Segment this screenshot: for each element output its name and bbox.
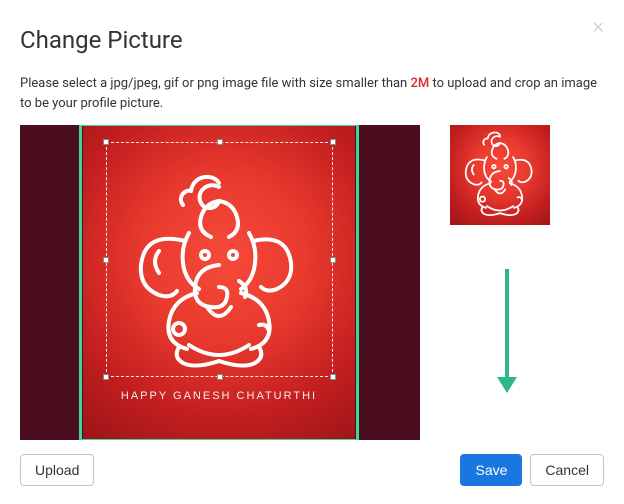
modal-title: Change Picture xyxy=(20,26,604,54)
crop-selection[interactable] xyxy=(106,142,333,377)
change-picture-modal: × Change Picture Please select a jpg/jpe… xyxy=(0,0,624,504)
close-icon[interactable]: × xyxy=(592,16,604,38)
upload-button[interactable]: Upload xyxy=(20,454,94,486)
instructions-text: Please select a jpg/jpeg, gif or png ima… xyxy=(20,74,604,113)
arrow-down-icon xyxy=(492,265,522,395)
crop-canvas[interactable]: happy ganesh chaturthi xyxy=(20,125,420,440)
crop-handle-nw[interactable] xyxy=(103,139,109,145)
button-row: Upload Save Cancel xyxy=(20,454,604,486)
ganesha-icon xyxy=(456,129,544,221)
cancel-button[interactable]: Cancel xyxy=(530,454,604,486)
save-button[interactable]: Save xyxy=(460,454,522,486)
instructions-pre: Please select a jpg/jpeg, gif or png ima… xyxy=(20,76,410,91)
crop-handle-se[interactable] xyxy=(330,374,336,380)
size-limit: 2M xyxy=(410,76,429,91)
preview-thumbnail xyxy=(450,125,550,225)
crop-handle-e[interactable] xyxy=(330,257,336,263)
crop-handle-n[interactable] xyxy=(217,139,223,145)
crop-handle-s[interactable] xyxy=(217,374,223,380)
image-caption: happy ganesh chaturthi xyxy=(121,390,317,402)
crop-handle-sw[interactable] xyxy=(103,374,109,380)
crop-handle-ne[interactable] xyxy=(330,139,336,145)
crop-handle-w[interactable] xyxy=(103,257,109,263)
